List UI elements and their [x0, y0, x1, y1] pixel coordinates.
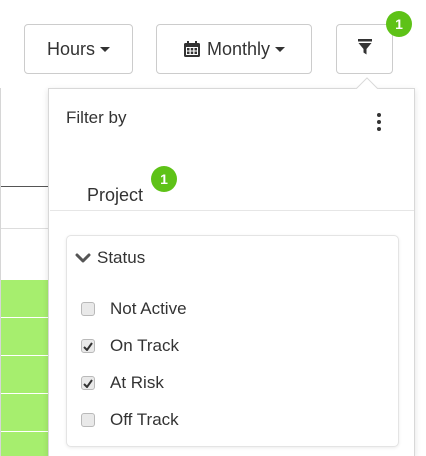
status-option-label: On Track — [110, 336, 179, 355]
status-option-off-track[interactable]: Off Track — [81, 407, 179, 433]
checkbox[interactable] — [81, 339, 95, 353]
kebab-menu-icon[interactable] — [374, 113, 384, 135]
caret-down-icon — [275, 46, 286, 52]
check-icon — [83, 341, 93, 351]
tab-project[interactable]: Project — [87, 185, 143, 206]
popover-arrow — [355, 76, 379, 89]
app-root: Hours Monthly 1 Filter by Project 1 Stat… — [0, 0, 426, 456]
status-option-not-active[interactable]: Not Active — [81, 296, 187, 322]
status-group-label: Status — [97, 248, 146, 267]
grid-line — [1, 186, 49, 187]
status-option-label: Not Active — [110, 299, 187, 318]
monthly-dropdown-button[interactable]: Monthly — [156, 24, 312, 74]
grid-line — [1, 431, 48, 432]
status-group-toggle[interactable]: Status — [75, 246, 145, 270]
filter-count-badge: 1 — [386, 11, 412, 37]
checkbox[interactable] — [81, 302, 95, 316]
hours-dropdown-button[interactable]: Hours — [24, 24, 133, 74]
status-color-column — [1, 280, 48, 456]
grid-line — [1, 317, 48, 318]
filter-button[interactable] — [336, 24, 393, 74]
tab-project-label: Project — [87, 185, 144, 205]
grid-line — [1, 228, 49, 229]
project-count-badge: 1 — [151, 166, 177, 192]
status-filter-group: Status Not Active On Track At Risk Off T… — [66, 235, 399, 447]
filter-title: Filter by — [66, 108, 127, 127]
grid-line — [1, 355, 48, 356]
calendar-icon — [183, 40, 201, 58]
status-option-label: Off Track — [110, 410, 179, 429]
chevron-down-icon — [75, 252, 91, 264]
hours-label: Hours — [46, 38, 95, 59]
status-option-at-risk[interactable]: At Risk — [81, 370, 164, 396]
checkbox[interactable] — [81, 413, 95, 427]
monthly-label: Monthly — [206, 38, 271, 59]
filter-popover: Filter by Project 1 Status Not Active On… — [48, 88, 415, 456]
check-icon — [83, 378, 93, 388]
filter-icon — [357, 38, 372, 60]
status-option-on-track[interactable]: On Track — [81, 333, 179, 359]
checkbox[interactable] — [81, 376, 95, 390]
caret-down-icon — [100, 46, 110, 52]
divider — [50, 210, 414, 211]
grid-line — [1, 393, 48, 394]
status-option-label: At Risk — [110, 373, 164, 392]
